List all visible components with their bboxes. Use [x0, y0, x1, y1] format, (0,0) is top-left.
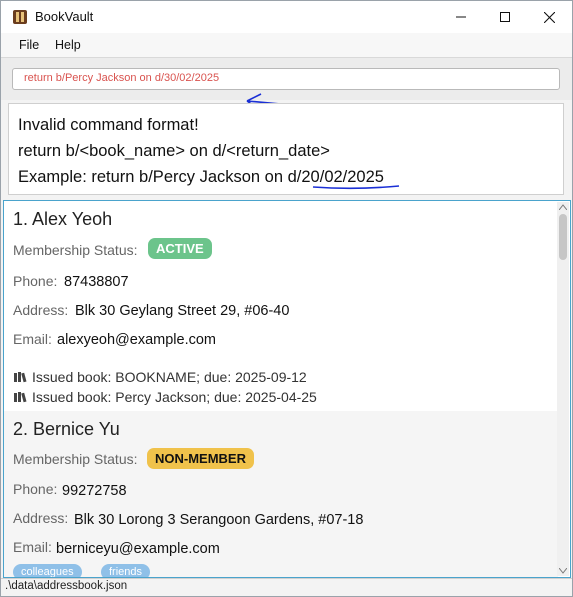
phone-value: 99272758 — [62, 483, 127, 499]
app-window: BookVault File Help return b/Percy Jacks… — [0, 0, 573, 597]
email-value: alexyeoh@example.com — [57, 332, 216, 348]
issued-book-item: Issued book: Percy Jackson; due: 2025-04… — [13, 389, 317, 405]
data-file-path: .\data\addressbook.json — [5, 580, 128, 592]
address-label: Address: — [13, 302, 69, 318]
address-value: Blk 30 Geylang Street 29, #06-40 — [75, 303, 290, 319]
person-list[interactable]: 1. Alex Yeoh Membership Status: ACTIVE P… — [3, 200, 571, 578]
result-line-1: Invalid command format! — [18, 116, 199, 134]
scroll-down-icon[interactable] — [559, 568, 567, 574]
person-card[interactable]: 2. Bernice Yu Membership Status: NON-MEM… — [4, 411, 558, 577]
maximize-icon — [500, 12, 510, 22]
minimize-icon — [456, 16, 466, 18]
menu-file[interactable]: File — [19, 38, 39, 52]
close-button[interactable] — [526, 1, 572, 33]
title-bar: BookVault — [1, 1, 572, 33]
annotation-underline — [312, 185, 400, 190]
status-bar: .\data\addressbook.json — [1, 578, 572, 596]
tag-chip: colleagues — [13, 564, 82, 577]
person-name: 2. Bernice Yu — [13, 419, 120, 439]
address-value: Blk 30 Lorong 3 Serangoon Gardens, #07-1… — [74, 512, 364, 528]
command-input[interactable]: return b/Percy Jackson on d/30/02/2025 — [12, 68, 560, 90]
minimize-button[interactable] — [438, 1, 484, 33]
issued-book-item: Issued book: BOOKNAME; due: 2025-09-12 — [13, 369, 307, 385]
result-display: Invalid command format! return b/<book_n… — [8, 103, 564, 195]
scroll-up-icon[interactable] — [559, 204, 567, 210]
email-label: Email: — [13, 539, 52, 555]
books-icon — [14, 392, 27, 403]
books-icon — [14, 372, 27, 383]
membership-badge: ACTIVE — [148, 238, 212, 259]
membership-label: Membership Status: — [13, 451, 138, 467]
close-icon — [543, 11, 555, 23]
issued-book-text: Issued book: BOOKNAME; due: 2025-09-12 — [32, 369, 307, 385]
issued-book-text: Issued book: Percy Jackson; due: 2025-04… — [32, 389, 317, 405]
person-card[interactable]: 1. Alex Yeoh Membership Status: ACTIVE P… — [4, 201, 558, 411]
email-value: berniceyu@example.com — [56, 541, 220, 557]
scroll-thumb[interactable] — [559, 214, 567, 260]
menu-bar: File Help — [1, 33, 572, 57]
book-app-icon — [13, 10, 27, 24]
result-line-3: Example: return b/Percy Jackson on d/20/… — [18, 168, 384, 186]
menu-help[interactable]: Help — [55, 38, 81, 52]
result-line-2: return b/<book_name> on d/<return_date> — [18, 142, 330, 160]
window-title: BookVault — [35, 9, 94, 24]
maximize-button[interactable] — [482, 1, 528, 33]
list-scrollbar[interactable] — [557, 202, 569, 576]
address-label: Address: — [13, 510, 69, 526]
phone-label: Phone: — [13, 481, 58, 497]
membership-badge: NON-MEMBER — [147, 448, 254, 469]
email-label: Email: — [13, 331, 52, 347]
person-name: 1. Alex Yeoh — [13, 209, 113, 229]
tag-chip: friends — [101, 564, 151, 577]
membership-label: Membership Status: — [13, 242, 138, 258]
phone-label: Phone: — [13, 273, 58, 289]
phone-value: 87438807 — [64, 274, 129, 290]
